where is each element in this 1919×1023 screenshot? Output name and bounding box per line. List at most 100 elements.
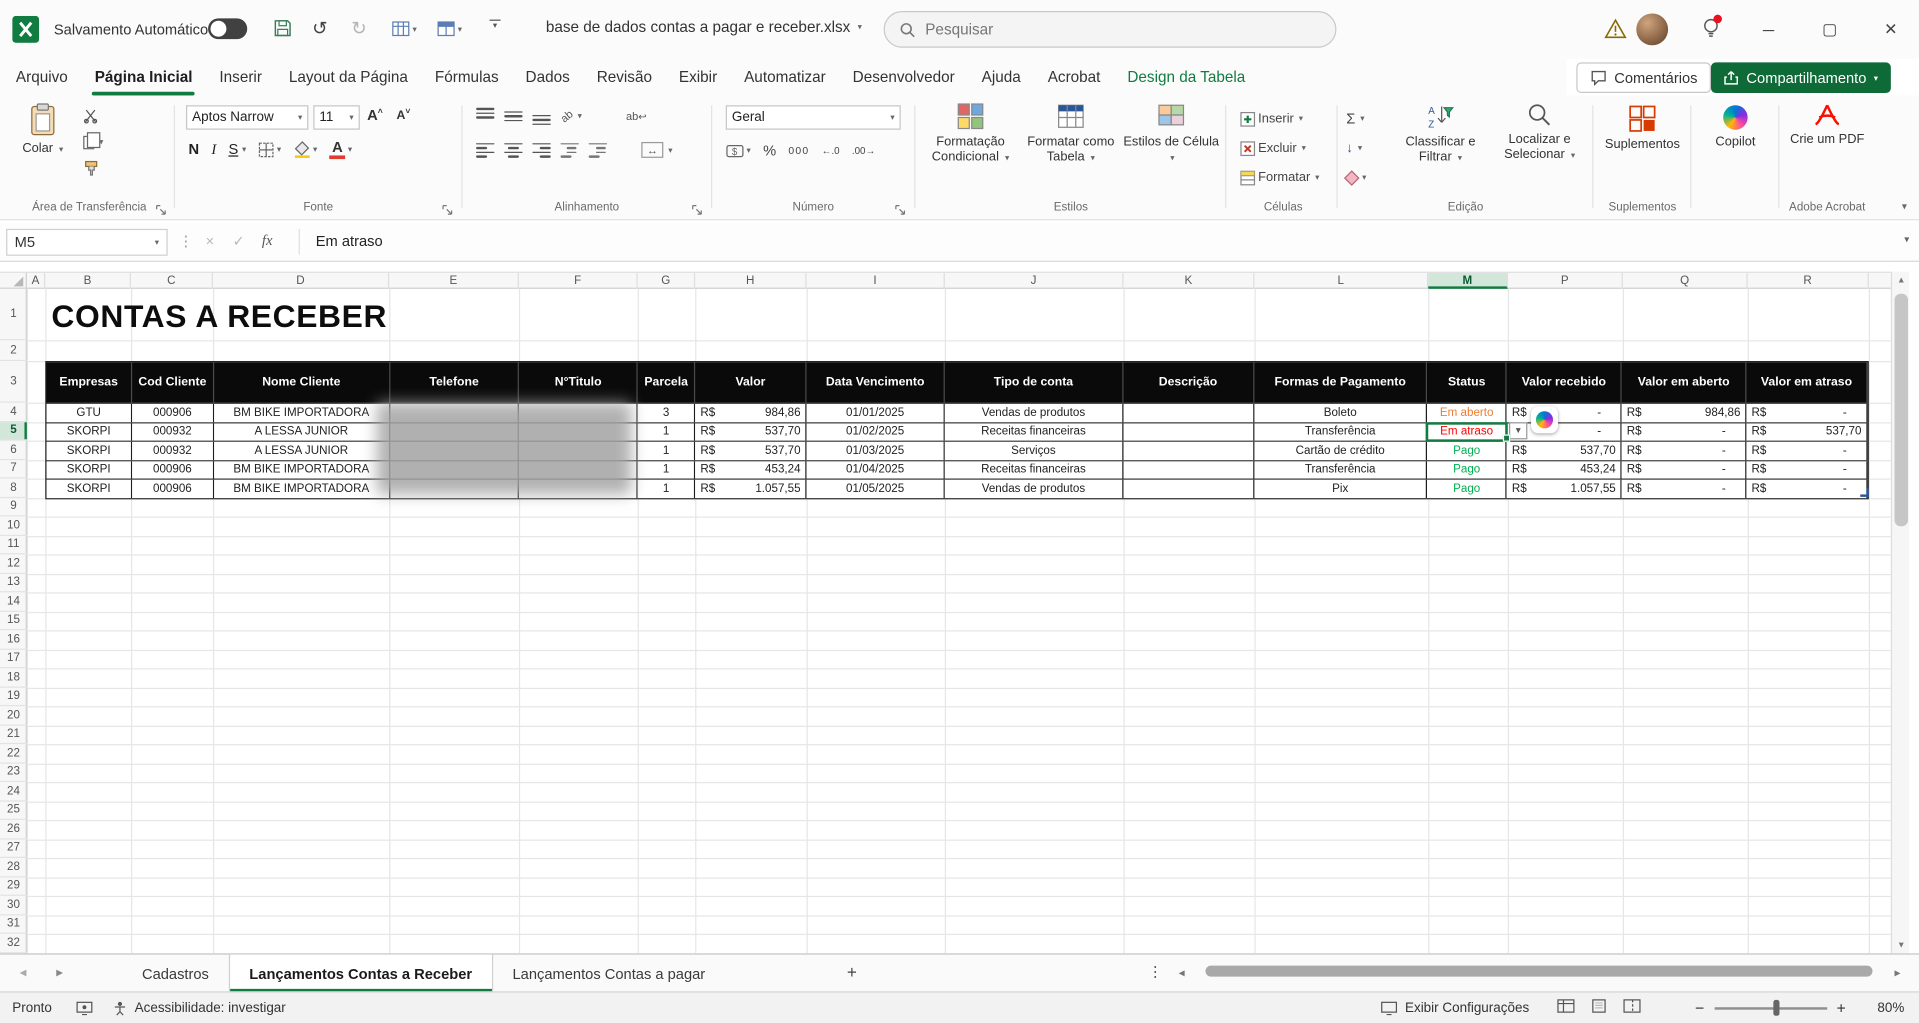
cell-H6[interactable]: R$537,70 <box>695 442 806 460</box>
format-cells-button[interactable]: Formatar▾ <box>1240 166 1320 188</box>
cell-I7[interactable]: 01/04/2025 <box>807 461 945 479</box>
customize-quick-access-button[interactable]: ▾ <box>490 20 501 31</box>
cell-J7[interactable]: Receitas financeiras <box>945 461 1123 479</box>
row-header-9[interactable]: 9 <box>0 497 27 516</box>
delete-cells-button[interactable]: Excluir▾ <box>1240 137 1306 159</box>
cell-R7[interactable]: R$- <box>1747 461 1868 479</box>
ribbon-tab-acrobat[interactable]: Acrobat <box>1034 59 1114 96</box>
cell-C4[interactable]: 000906 <box>132 404 214 422</box>
increase-font-button[interactable]: A˄ <box>367 106 383 123</box>
alert-button[interactable] <box>1604 18 1626 45</box>
zoom-level[interactable]: 80% <box>1877 993 1904 1023</box>
row-header-30[interactable]: 30 <box>0 896 27 915</box>
expand-formula-bar-button[interactable]: ▾ <box>1904 234 1909 245</box>
page-break-view-button[interactable] <box>1623 999 1641 1017</box>
decrease-font-button[interactable]: A˅ <box>397 108 411 123</box>
share-button[interactable]: Compartilhamento▾ <box>1711 62 1890 93</box>
paste-button[interactable]: Colar ▾ <box>15 103 71 156</box>
cell-I4[interactable]: 01/01/2025 <box>807 404 945 422</box>
row-header-10[interactable]: 10 <box>0 516 27 535</box>
font-dialog-launcher[interactable] <box>442 199 454 211</box>
vertical-scrollbar[interactable]: ▲ ▼ <box>1891 272 1909 954</box>
table-header-parcela[interactable]: Parcela <box>638 362 695 402</box>
cell-C6[interactable]: 000932 <box>132 442 214 460</box>
row-header-21[interactable]: 21 <box>0 725 27 744</box>
currency-format-button[interactable]: $▾ <box>726 144 751 157</box>
cell-B8[interactable]: SKORPI <box>47 480 133 498</box>
cell-K7[interactable] <box>1123 461 1254 479</box>
cell-M4[interactable]: Em aberto <box>1428 404 1507 422</box>
redo-button[interactable]: ↻ <box>351 17 366 39</box>
row-header-32[interactable]: 32 <box>0 934 27 953</box>
copy-button[interactable]: ▾ <box>83 131 103 153</box>
zoom-slider[interactable] <box>1714 1007 1827 1009</box>
column-header-K[interactable]: K <box>1123 273 1254 289</box>
cell-L6[interactable]: Cartão de crédito <box>1254 442 1428 460</box>
horizontal-scroll-thumb[interactable] <box>1205 966 1872 977</box>
row-header-31[interactable]: 31 <box>0 915 27 934</box>
cell-C8[interactable]: 000906 <box>132 480 214 498</box>
normal-view-button[interactable] <box>1557 999 1575 1017</box>
cell-R6[interactable]: R$- <box>1747 442 1868 460</box>
row-header-8[interactable]: 8 <box>0 479 27 498</box>
merge-center-button[interactable]: ↔ <box>641 142 663 158</box>
undo-button[interactable]: ↺ <box>312 17 327 39</box>
cell-B5[interactable]: SKORPI <box>47 423 133 441</box>
selection-fill-handle[interactable] <box>1503 434 1510 441</box>
maximize-button[interactable]: ▢ <box>1811 11 1848 48</box>
column-header-J[interactable]: J <box>945 273 1124 289</box>
find-select-button[interactable]: Localizar e Selecionar ▾ <box>1493 103 1586 162</box>
table-header-nome-cliente[interactable]: Nome Cliente <box>214 362 390 402</box>
table-header-valor-em-aberto[interactable]: Valor em aberto <box>1622 362 1747 402</box>
formula-bar-splitter[interactable]: ⋮ <box>179 233 194 250</box>
row-header-17[interactable]: 17 <box>0 649 27 668</box>
accessibility-status[interactable]: Acessibilidade: investigar <box>113 993 286 1023</box>
row-header-20[interactable]: 20 <box>0 706 27 725</box>
column-header-I[interactable]: I <box>807 273 945 289</box>
cell-B6[interactable]: SKORPI <box>47 442 133 460</box>
table-header-status[interactable]: Status <box>1428 362 1507 402</box>
cell-J4[interactable]: Vendas de produtos <box>945 404 1123 422</box>
ribbon-tab-fórmulas[interactable]: Fórmulas <box>421 59 512 96</box>
cell-L5[interactable]: Transferência <box>1254 423 1428 441</box>
cell-L4[interactable]: Boleto <box>1254 404 1428 422</box>
font-family-combo[interactable]: Aptos Narrow▾ <box>186 105 308 129</box>
percent-style-button[interactable]: % <box>763 142 776 159</box>
comma-style-button[interactable]: 000 <box>788 144 809 156</box>
new-sheet-button[interactable]: + <box>847 962 857 982</box>
cell-L7[interactable]: Transferência <box>1254 461 1428 479</box>
insert-function-button[interactable]: fx <box>262 231 273 249</box>
search-box[interactable] <box>884 11 1337 48</box>
cell-G8[interactable]: 1 <box>638 480 695 498</box>
column-header-A[interactable]: A <box>27 273 45 289</box>
column-header-D[interactable]: D <box>213 273 389 289</box>
font-size-combo[interactable]: 11▾ <box>313 105 360 129</box>
cell-J8[interactable]: Vendas de produtos <box>945 480 1123 498</box>
scroll-down-button[interactable]: ▼ <box>1892 936 1910 953</box>
cell-I8[interactable]: 01/05/2025 <box>807 480 945 498</box>
row-header-13[interactable]: 13 <box>0 573 27 592</box>
row-header-27[interactable]: 27 <box>0 839 27 858</box>
cell-K6[interactable] <box>1123 442 1254 460</box>
column-header-Q[interactable]: Q <box>1623 273 1748 289</box>
save-button[interactable] <box>273 18 293 44</box>
column-header-B[interactable]: B <box>45 273 131 289</box>
number-format-combo[interactable]: Geral▾ <box>726 105 901 129</box>
column-header-C[interactable]: C <box>131 273 213 289</box>
sheet-tab-lançamentos-contas-a-receber[interactable]: Lançamentos Contas a Receber <box>228 955 492 993</box>
column-header-H[interactable]: H <box>695 273 806 289</box>
column-header-E[interactable]: E <box>389 273 519 289</box>
cell-J5[interactable]: Receitas financeiras <box>945 423 1123 441</box>
confirm-entry-button[interactable]: ✓ <box>233 233 245 250</box>
number-dialog-launcher[interactable] <box>895 199 907 211</box>
hscroll-left-button[interactable]: ◂ <box>1179 967 1185 980</box>
cut-button[interactable] <box>83 105 103 127</box>
fill-button[interactable]: ↓▾ <box>1346 137 1366 159</box>
cell-H8[interactable]: R$1.057,55 <box>695 480 806 498</box>
cell-Q4[interactable]: R$984,86 <box>1622 404 1747 422</box>
cell-Q5[interactable]: R$- <box>1622 423 1747 441</box>
format-as-table-button[interactable]: Formatar como Tabela ▾ <box>1022 103 1120 164</box>
cell-B4[interactable]: GTU <box>47 404 133 422</box>
cell-P8[interactable]: R$1.057,55 <box>1507 480 1622 498</box>
cell-P6[interactable]: R$537,70 <box>1507 442 1622 460</box>
